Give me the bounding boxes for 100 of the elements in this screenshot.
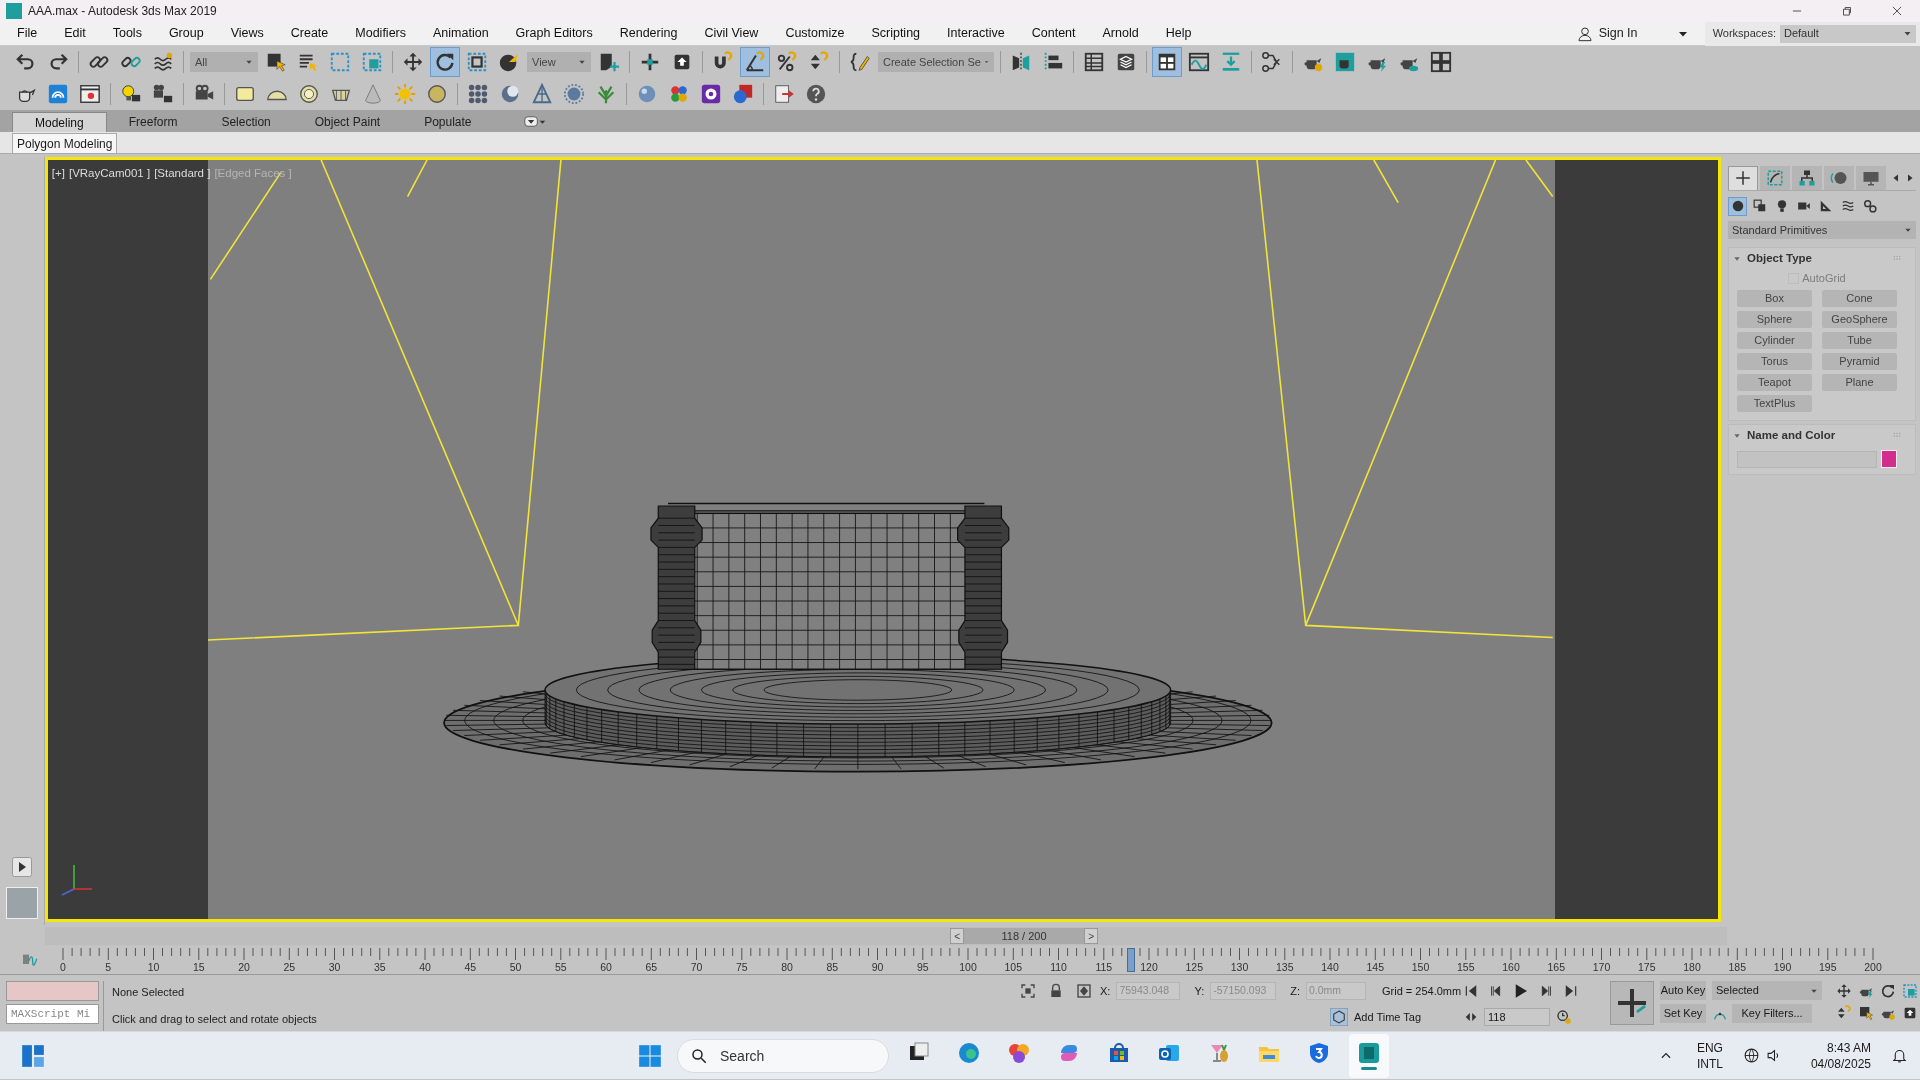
prompt-text: Click and drag to select and rotate objects xyxy=(112,1011,318,1027)
time-slider[interactable]: < 118 / 200 > xyxy=(45,927,1727,945)
frame-number: 15 xyxy=(192,960,205,975)
primitive-button[interactable]: Tube xyxy=(1822,332,1897,349)
dropdown[interactable]: View xyxy=(527,52,591,72)
viewport-label[interactable]: [VRayCam001 ] xyxy=(68,165,151,183)
workspaces-label: Workspaces: xyxy=(1712,26,1776,42)
primitive-button[interactable]: Plane xyxy=(1822,374,1897,391)
ribbon-tab[interactable]: Selection xyxy=(199,112,293,132)
frame-number: 190 xyxy=(1773,960,1792,975)
menu-item[interactable]: Arnold xyxy=(1093,24,1148,43)
frame-number: 105 xyxy=(1004,960,1022,975)
menu-item[interactable]: Modifiers xyxy=(346,24,415,43)
menu-item[interactable]: Civil View xyxy=(695,24,768,43)
frame-number: 150 xyxy=(1411,960,1430,975)
ribbon-tab[interactable]: Populate xyxy=(402,112,494,132)
frame-number: 90 xyxy=(871,960,884,975)
frame-number: 115 xyxy=(1095,960,1113,975)
language-indicator[interactable]: ENG xyxy=(1696,1039,1723,1056)
frame-number: 25 xyxy=(283,960,296,975)
primitive-button[interactable]: Cylinder xyxy=(1737,332,1812,349)
clock-date[interactable]: 04/08/2025 xyxy=(1810,1055,1871,1072)
auto-key-button[interactable]: Auto Key xyxy=(1660,981,1706,1000)
menu-item[interactable]: Customize xyxy=(776,24,854,43)
primitive-button[interactable]: TextPlus xyxy=(1737,395,1812,412)
grid-readout: Grid = 254.0mm xyxy=(1382,983,1462,999)
frame-number: 135 xyxy=(1276,960,1294,975)
primitive-button[interactable]: Sphere xyxy=(1737,311,1812,328)
category-dropdown[interactable]: Standard Primitives xyxy=(1728,221,1916,239)
maxscript-field[interactable]: MAXScript Mi xyxy=(6,1004,99,1024)
set-key-mode-button[interactable]: Set Key xyxy=(1660,1004,1706,1023)
frame-number: 165 xyxy=(1547,960,1565,975)
menu-item[interactable]: Group xyxy=(159,24,213,43)
ribbon-panel-tab[interactable]: Polygon Modeling xyxy=(12,133,118,153)
sign-in-link[interactable]: Sign In xyxy=(1598,24,1677,43)
time-slider-thumb[interactable]: < 118 / 200 > xyxy=(950,927,1099,945)
key-filters-button[interactable]: Key Filters... xyxy=(1732,1004,1812,1023)
next-frame-button[interactable]: > xyxy=(1084,928,1099,944)
primitive-button[interactable]: Torus xyxy=(1737,353,1812,370)
frame-number: 55 xyxy=(554,960,567,975)
coordinate-label: Z: xyxy=(1290,983,1300,999)
menu-item[interactable]: Content xyxy=(1022,24,1085,43)
search-field[interactable]: Search xyxy=(677,1038,889,1073)
frame-number: 125 xyxy=(1185,960,1203,975)
dropdown[interactable]: Create Selection Se xyxy=(878,52,994,72)
ribbon-tab[interactable]: Freeform xyxy=(106,112,200,132)
previous-frame-button[interactable]: < xyxy=(950,928,965,944)
layout-indicator[interactable]: INTL xyxy=(1696,1055,1723,1072)
frame-number: 140 xyxy=(1321,960,1339,975)
frame-number: 95 xyxy=(916,960,929,975)
menu-item[interactable]: Create xyxy=(281,24,338,43)
primitive-button[interactable]: Teapot xyxy=(1737,374,1812,391)
viewport-label[interactable]: [Standard ] xyxy=(154,165,211,183)
frame-number: 65 xyxy=(645,960,658,975)
primitive-button[interactable]: Cone xyxy=(1822,290,1897,307)
workspaces-dropdown[interactable]: Default xyxy=(1780,24,1916,43)
frame-number: 60 xyxy=(600,960,612,975)
menu-item[interactable]: Interactive xyxy=(938,24,1014,43)
frame-number: 120 xyxy=(1140,960,1158,975)
menu-item[interactable]: Scripting xyxy=(862,24,930,43)
frame-number: 175 xyxy=(1638,960,1656,975)
menu-item[interactable]: Animation xyxy=(424,24,498,43)
menu-item[interactable]: Graph Editors xyxy=(506,24,602,43)
frame-number: 45 xyxy=(464,960,477,975)
menu-item[interactable]: Rendering xyxy=(610,24,687,43)
autogrid-label: AutoGrid xyxy=(1802,270,1846,286)
frame-number: 170 xyxy=(1592,960,1611,975)
frame-number: 85 xyxy=(826,960,839,975)
add-time-tag-link[interactable]: Add Time Tag xyxy=(1354,1008,1422,1026)
menu-item[interactable]: Help xyxy=(1156,24,1201,43)
dropdown[interactable]: All xyxy=(190,52,258,72)
frame-number: 5 xyxy=(105,960,112,975)
frame-number: 10 xyxy=(147,960,160,975)
menu-item[interactable]: File xyxy=(8,24,47,43)
viewport-label[interactable]: [+] xyxy=(51,165,65,183)
menu-item[interactable]: Edit xyxy=(55,24,95,43)
menu-item[interactable]: Tools xyxy=(103,24,151,43)
frame-number: 100 xyxy=(959,960,977,975)
frame-number: 75 xyxy=(735,960,748,975)
frame-field[interactable]: 118 xyxy=(1484,1008,1550,1026)
frame-number: 80 xyxy=(781,960,793,975)
frame-number: 70 xyxy=(690,960,703,975)
menu-item[interactable]: Views xyxy=(221,24,273,43)
frame-number: 35 xyxy=(373,960,386,975)
key-set-dropdown[interactable]: Selected xyxy=(1712,981,1822,1000)
clock-time[interactable]: 8:43 AM xyxy=(1826,1039,1871,1056)
rollout-title[interactable]: Object Type xyxy=(1747,250,1893,268)
ribbon-tab[interactable]: Modeling xyxy=(12,112,107,132)
selection-status: None Selected xyxy=(112,985,186,1000)
frame-thumb[interactable]: 118 / 200 xyxy=(964,928,1085,944)
primitive-button[interactable]: GeoSphere xyxy=(1822,311,1897,328)
primitive-button[interactable]: Pyramid xyxy=(1822,353,1897,370)
coordinate-label: Y: xyxy=(1194,983,1205,999)
frame-number: 0 xyxy=(60,960,66,975)
frame-number: 110 xyxy=(1050,960,1067,975)
window-title: AAA.max - Autodesk 3ds Max 2019 xyxy=(28,3,218,20)
frame-number: 20 xyxy=(238,960,250,975)
ribbon-tab[interactable]: Object Paint xyxy=(292,112,403,132)
primitive-button[interactable]: Box xyxy=(1737,290,1812,307)
frame-number: 200 xyxy=(1864,960,1882,975)
